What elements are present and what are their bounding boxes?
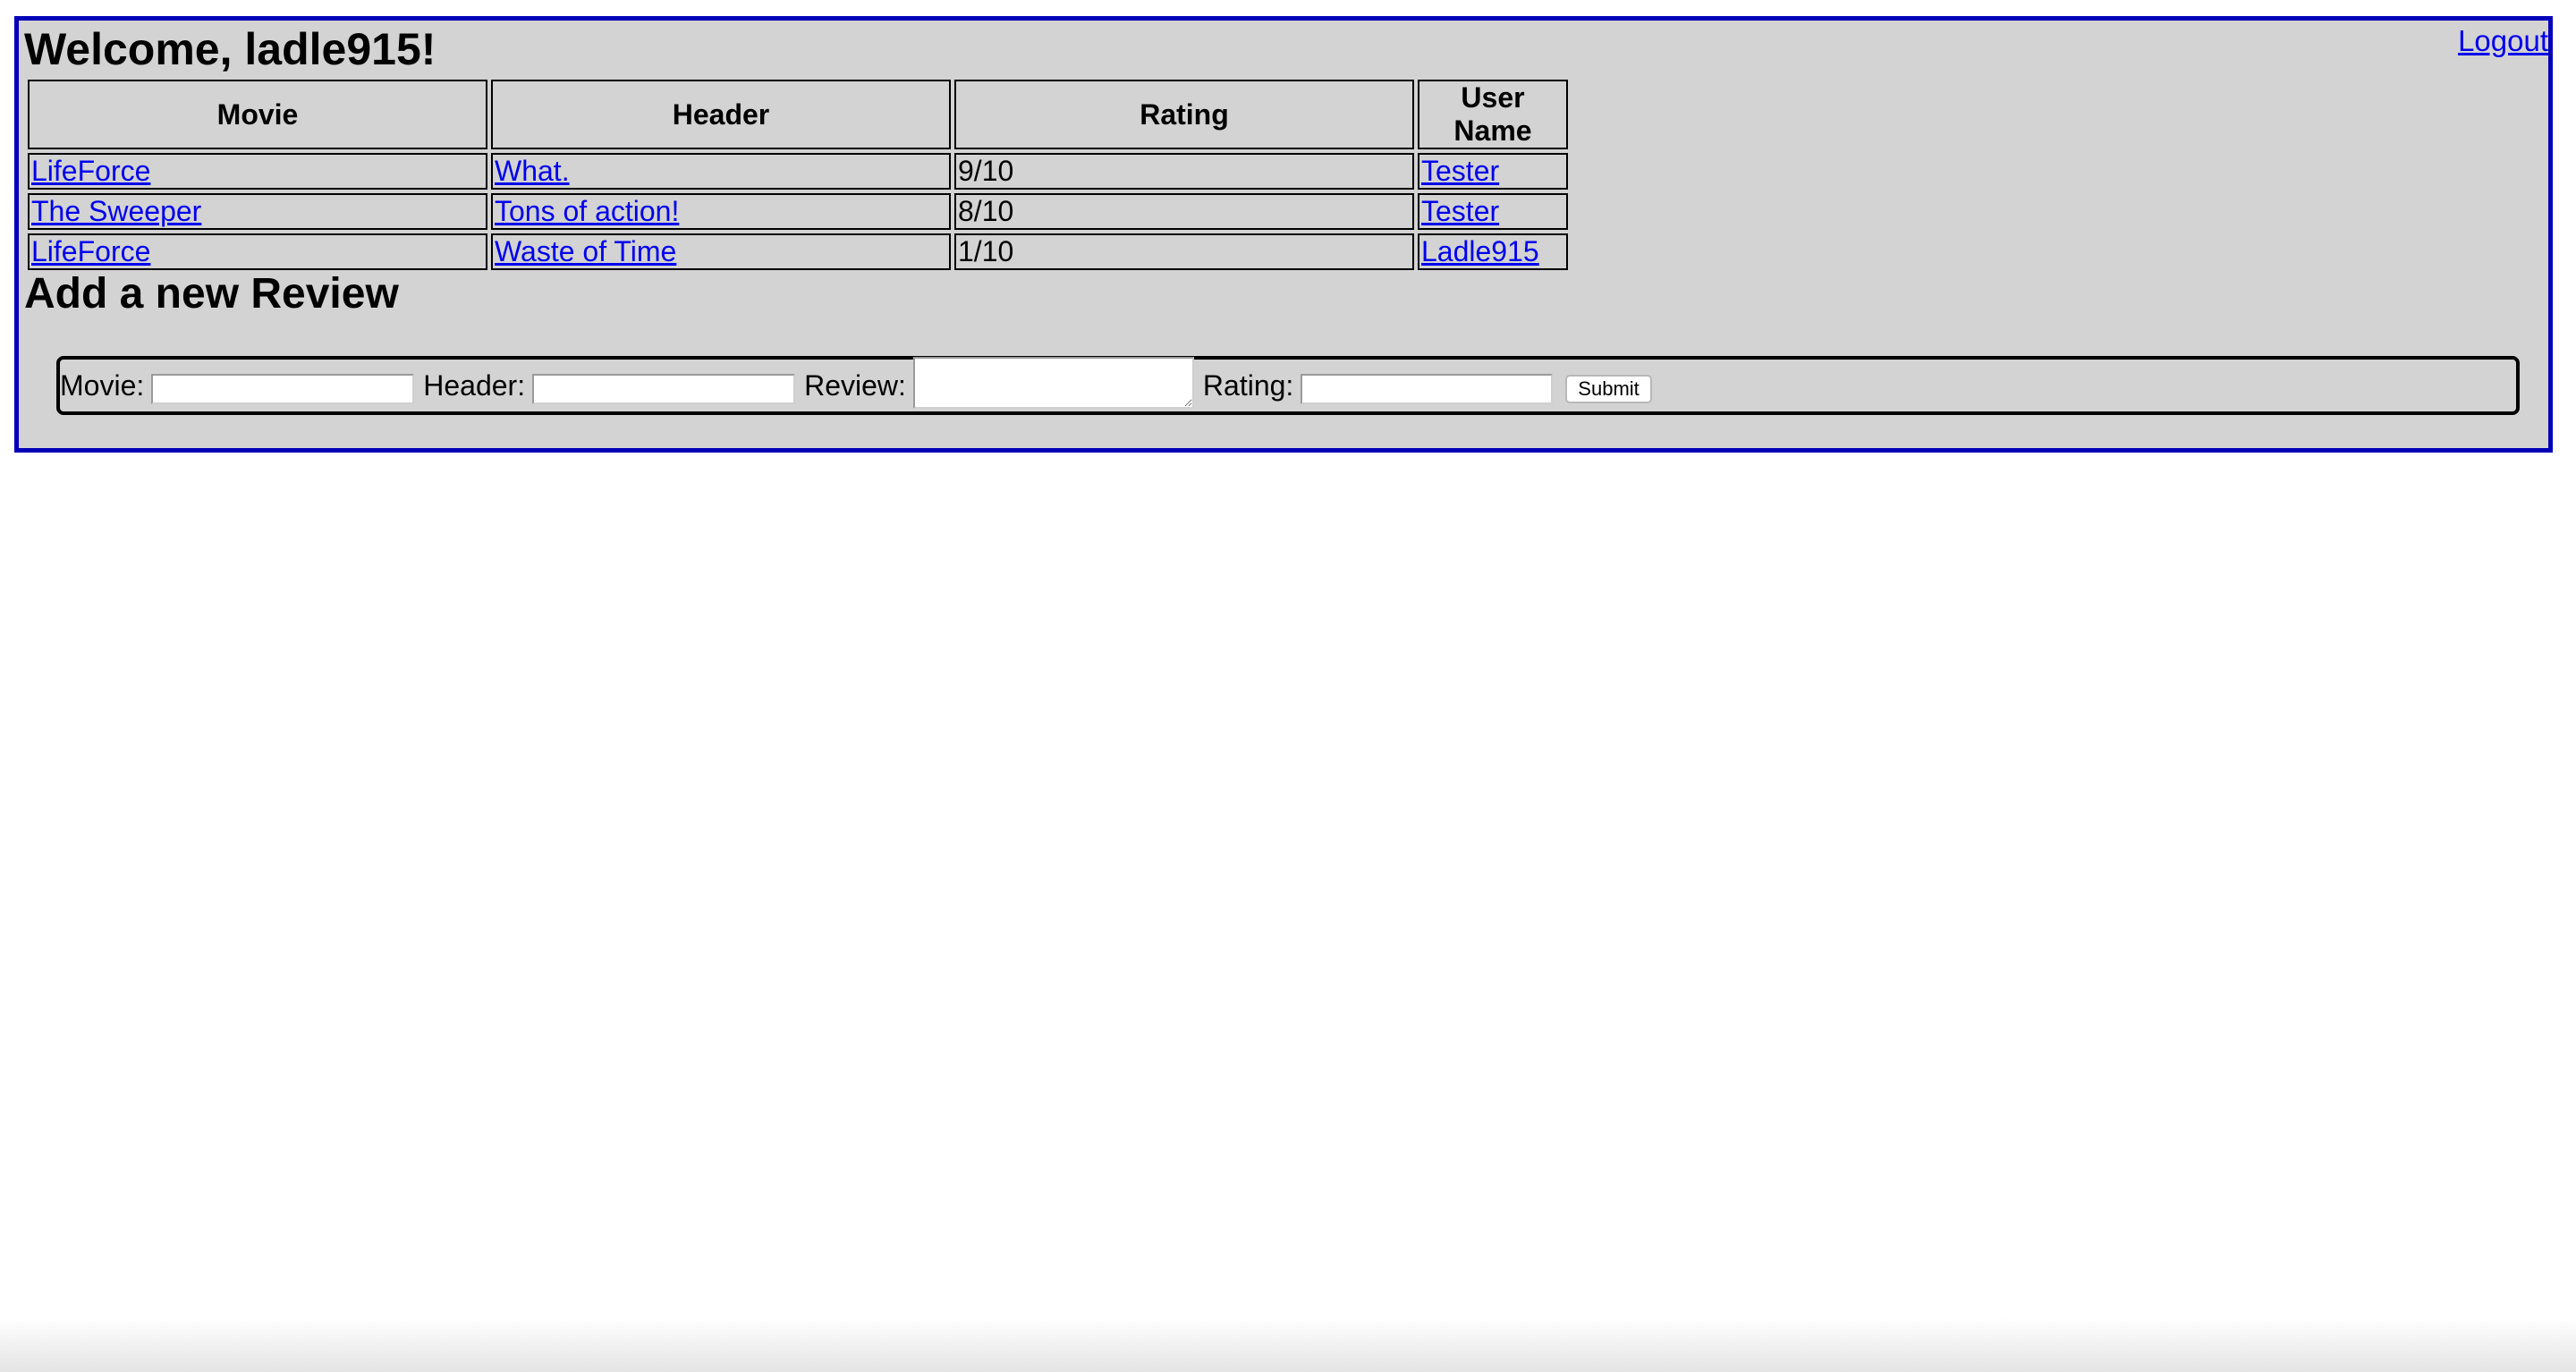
cell-header: Waste of Time [491, 233, 951, 270]
review-header-link[interactable]: Tons of action! [495, 195, 679, 227]
add-review-title: Add a new Review [24, 270, 399, 318]
header-input[interactable] [532, 374, 796, 404]
movie-link[interactable]: LifeForce [31, 155, 150, 187]
header-label: Header: [423, 368, 526, 402]
rating-label: Rating: [1202, 368, 1294, 402]
cell-user: Tester [1418, 153, 1568, 190]
review-label: Review: [804, 368, 906, 402]
add-review-form: Movie: Header: Review: Rating: Submit [56, 356, 2520, 415]
cell-header: What. [491, 153, 951, 190]
rating-stepper[interactable] [1301, 374, 1554, 404]
cell-user: Ladle915 [1418, 233, 1568, 270]
movie-label: Movie: [60, 368, 145, 402]
window-bottom-shadow [0, 1318, 2576, 1372]
cell-rating: 9/10 [954, 153, 1414, 190]
submit-button[interactable]: Submit [1565, 375, 1652, 403]
movie-link[interactable]: The Sweeper [31, 195, 201, 227]
user-link[interactable]: Tester [1421, 195, 1499, 227]
table-header-row: Movie Header Rating User Name [28, 80, 1568, 149]
cell-user: Tester [1418, 193, 1568, 230]
cell-rating: 1/10 [954, 233, 1414, 270]
user-link[interactable]: Ladle915 [1421, 235, 1539, 267]
column-header-rating: Rating [954, 80, 1414, 149]
movie-input[interactable] [151, 374, 415, 404]
movie-link[interactable]: LifeForce [31, 235, 150, 267]
table-row: LifeForce Waste of Time 1/10 Ladle915 [28, 233, 1568, 270]
page-title: Welcome, ladle915! [24, 24, 436, 74]
column-header-movie: Movie [28, 80, 487, 149]
cell-movie: LifeForce [28, 233, 487, 270]
review-header-link[interactable]: Waste of Time [495, 235, 676, 267]
cell-header: Tons of action! [491, 193, 951, 230]
column-header-user-name: User Name [1418, 80, 1568, 149]
column-header-header: Header [491, 80, 951, 149]
cell-movie: LifeForce [28, 153, 487, 190]
table-row: The Sweeper Tons of action! 8/10 Tester [28, 193, 1568, 230]
table-row: LifeForce What. 9/10 Tester [28, 153, 1568, 190]
user-link[interactable]: Tester [1421, 155, 1499, 187]
cell-movie: The Sweeper [28, 193, 487, 230]
reviews-table: Movie Header Rating User Name LifeForce … [24, 76, 1572, 274]
review-textarea[interactable] [912, 357, 1194, 409]
main-panel: Welcome, ladle915! Logout Movie Header R… [14, 16, 2553, 453]
review-header-link[interactable]: What. [495, 155, 570, 187]
logout-link[interactable]: Logout [2458, 24, 2548, 58]
cell-rating: 8/10 [954, 193, 1414, 230]
